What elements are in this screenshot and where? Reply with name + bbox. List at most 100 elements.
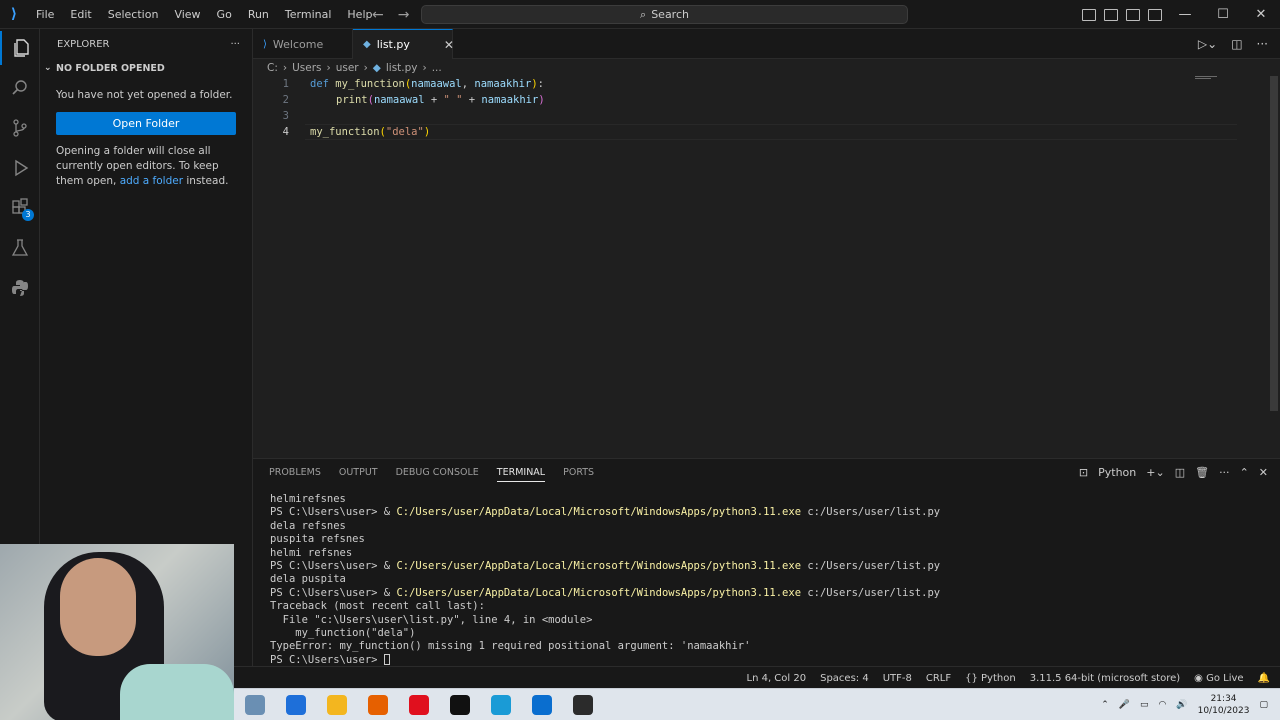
run-python-icon[interactable]: ▷⌄ — [1198, 37, 1217, 51]
more-actions-icon[interactable]: ··· — [230, 39, 240, 50]
menu-selection[interactable]: Selection — [100, 0, 167, 29]
taskbar-app-chrome-like[interactable] — [562, 689, 603, 720]
close-tab-icon[interactable]: ✕ — [444, 38, 454, 52]
maximize-panel-icon[interactable]: ⌃ — [1240, 466, 1249, 479]
chevron-down-icon: ⌄ — [44, 63, 52, 73]
split-terminal-icon[interactable]: ◫ — [1175, 466, 1185, 479]
terminal-line: puspita refsnes — [270, 533, 365, 546]
end-of-line[interactable]: CRLF — [926, 673, 951, 684]
terminal-output[interactable]: helmirefsnes PS C:\Users\user> & C:/Users… — [270, 493, 940, 667]
editor-scrollbar[interactable] — [1268, 76, 1280, 452]
close-panel-icon[interactable]: ✕ — [1259, 466, 1268, 479]
close-window-button[interactable]: ✕ — [1242, 0, 1280, 29]
taskbar-app-firefox[interactable] — [357, 689, 398, 720]
testing-flask-icon[interactable] — [0, 231, 40, 265]
source-control-icon[interactable] — [0, 111, 40, 145]
explorer-icon[interactable] — [0, 31, 40, 65]
menu-view[interactable]: View — [166, 0, 208, 29]
line-number: 2 — [282, 94, 289, 106]
taskbar-app-tiktok[interactable] — [439, 689, 480, 720]
notifications-icon[interactable]: ▢ — [1259, 700, 1268, 710]
more-actions-icon[interactable]: ··· — [1257, 37, 1268, 51]
toggle-secondary-sidebar-icon[interactable] — [1126, 8, 1140, 21]
forward-arrow-icon[interactable]: → — [398, 7, 410, 23]
chevron-right-icon: › — [282, 62, 288, 74]
extensions-icon[interactable]: 3 — [0, 191, 40, 225]
line-number: 3 — [282, 110, 289, 122]
menu-edit[interactable]: Edit — [62, 0, 99, 29]
battery-icon[interactable]: ▭ — [1140, 700, 1149, 710]
search-view-icon[interactable] — [0, 71, 40, 105]
new-terminal-icon[interactable]: +⌄ — [1146, 466, 1164, 479]
minimize-button[interactable]: — — [1166, 0, 1204, 29]
no-folder-section-header[interactable]: ⌄ NO FOLDER OPENED — [40, 59, 252, 77]
taskbar-app-mail[interactable] — [275, 689, 316, 720]
more-actions-icon[interactable]: ··· — [1219, 466, 1230, 479]
customize-layout-icon[interactable] — [1148, 8, 1162, 21]
command-center-search[interactable]: ⌕ Search — [421, 5, 908, 24]
tab-label: Welcome — [272, 37, 324, 51]
breadcrumb-symbol[interactable]: ... — [432, 62, 442, 74]
microphone-icon[interactable]: 🎤 — [1119, 700, 1130, 710]
breadcrumb-user[interactable]: user — [336, 62, 359, 74]
clock-time: 21:34 — [1210, 694, 1237, 704]
taskbar-app-photos[interactable] — [234, 689, 275, 720]
tab-list-py[interactable]: ◆ list.py ✕ — [353, 29, 454, 59]
taskbar-app-opera[interactable] — [398, 689, 439, 720]
python-interpreter[interactable]: 3.11.5 64-bit (microsoft store) — [1030, 673, 1180, 684]
split-editor-icon[interactable]: ◫ — [1231, 37, 1242, 51]
toggle-panel-icon[interactable] — [1104, 8, 1118, 21]
code-line: 4 my_function("dela") — [253, 124, 1268, 140]
menu-terminal[interactable]: Terminal — [277, 0, 340, 29]
indentation[interactable]: Spaces: 4 — [820, 673, 869, 684]
menu-go[interactable]: Go — [209, 0, 240, 29]
python-icon[interactable] — [0, 271, 40, 305]
terminal-shell-name[interactable]: Python — [1098, 466, 1136, 479]
taskbar-app-file-explorer[interactable] — [316, 689, 357, 720]
menu-file[interactable]: File — [28, 0, 62, 29]
menu-run[interactable]: Run — [240, 0, 277, 29]
encoding[interactable]: UTF-8 — [883, 673, 912, 684]
terminal-icon: ⊡ — [1078, 465, 1089, 479]
tab-output[interactable]: OUTPUT — [339, 467, 378, 478]
toggle-primary-sidebar-icon[interactable] — [1082, 8, 1096, 21]
kill-terminal-icon[interactable]: 🗑 — [1195, 466, 1209, 479]
tab-ports[interactable]: PORTS — [563, 467, 594, 478]
wifi-icon[interactable]: ◠ — [1159, 700, 1167, 710]
terminal-line: helmirefsnes — [270, 493, 346, 505]
run-debug-icon[interactable] — [0, 151, 40, 185]
chevron-right-icon: › — [363, 62, 368, 74]
person-shirt — [120, 664, 234, 720]
speaker-icon[interactable]: 🔊 — [1176, 700, 1187, 710]
tab-debug-console[interactable]: DEBUG CONSOLE — [396, 467, 479, 478]
minimap[interactable] — [1195, 76, 1219, 82]
scrollbar-thumb[interactable] — [1270, 76, 1278, 411]
tab-label: list.py — [376, 38, 410, 51]
photos-icon — [244, 695, 265, 715]
go-live-button[interactable]: ◉ Go Live — [1194, 673, 1243, 684]
tab-welcome[interactable]: ⟩ Welcome — [253, 29, 353, 59]
maximize-button[interactable]: ☐ — [1204, 0, 1242, 29]
clock[interactable]: 21:34 10/10/2023 — [1198, 693, 1250, 717]
add-folder-link[interactable]: add a folder — [120, 175, 183, 187]
tab-terminal[interactable]: TERMINAL — [496, 467, 546, 482]
breadcrumb-file[interactable]: list.py — [386, 62, 418, 74]
breadcrumb-users[interactable]: Users — [292, 62, 321, 74]
breadcrumb-drive[interactable]: C: — [267, 62, 278, 74]
taskbar-app-vscode[interactable] — [521, 689, 562, 720]
navigation-arrows: ← → — [372, 0, 409, 29]
code-editor[interactable]: 1 def my_function(namaawal, namaakhir): … — [253, 76, 1268, 452]
tab-problems[interactable]: PROBLEMS — [269, 467, 321, 478]
terminal-line: PS C:\Users\user> & C:/Users/user/AppDat… — [270, 506, 941, 519]
taskbar-app-edge[interactable] — [480, 689, 521, 720]
terminal-line: PS C:\Users\user> & C:/Users/user/AppDat… — [270, 560, 941, 573]
notifications-bell-icon[interactable]: 🔔 — [1258, 673, 1270, 684]
vscode-icon — [531, 695, 552, 715]
language-mode[interactable]: {} Python — [965, 673, 1016, 684]
back-arrow-icon[interactable]: ← — [372, 7, 384, 23]
cursor-position[interactable]: Ln 4, Col 20 — [747, 673, 807, 684]
open-folder-button[interactable]: Open Folder — [56, 112, 236, 135]
section-title: NO FOLDER OPENED — [56, 62, 165, 74]
webcam-overlay — [0, 544, 234, 720]
chevron-up-icon[interactable]: ⌃ — [1101, 700, 1109, 710]
